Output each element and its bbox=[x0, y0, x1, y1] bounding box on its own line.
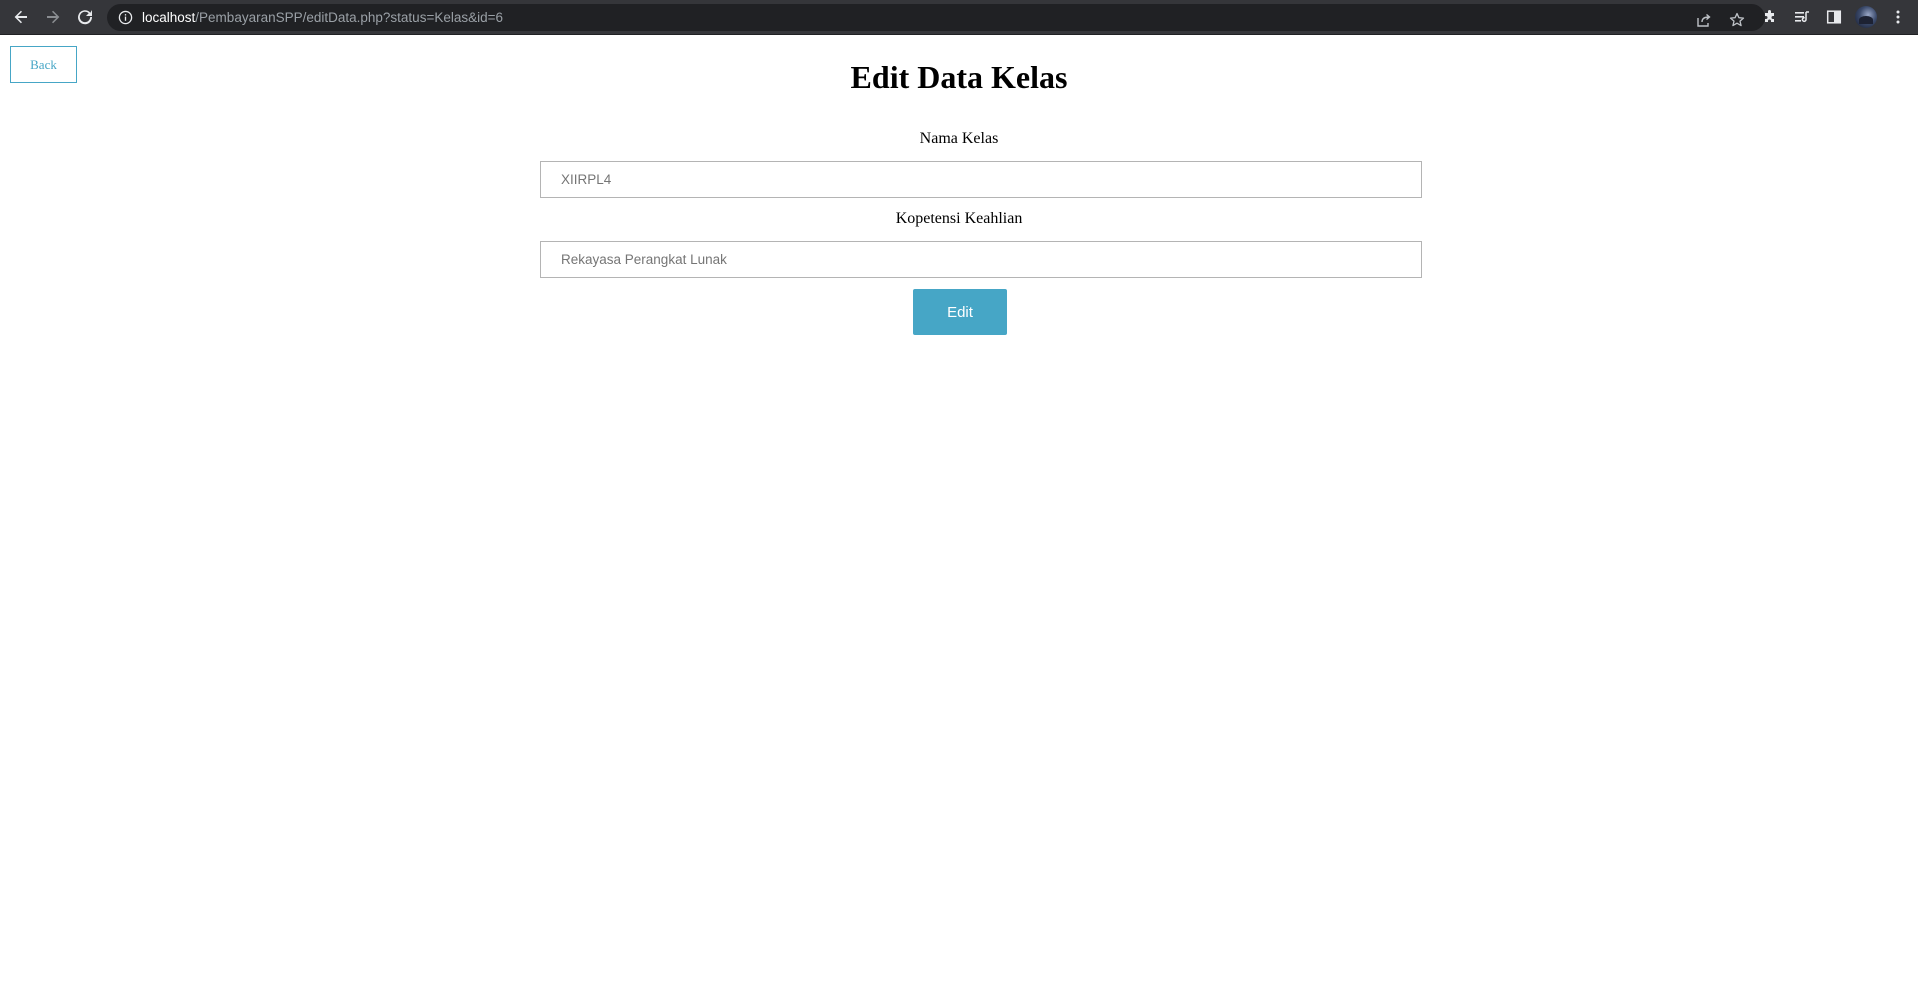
url-path: /PembayaranSPP/editData.php?status=Kelas… bbox=[195, 10, 503, 25]
page-title: Edit Data Kelas bbox=[850, 59, 1068, 95]
address-bar[interactable]: localhost/PembayaranSPP/editData.php?sta… bbox=[107, 4, 1765, 31]
arrow-right-icon[interactable] bbox=[41, 5, 65, 29]
side-panel-icon[interactable] bbox=[1822, 5, 1846, 29]
url-host: localhost bbox=[142, 10, 196, 25]
share-icon[interactable] bbox=[1693, 9, 1715, 31]
info-icon[interactable] bbox=[118, 10, 133, 25]
arrow-left-icon[interactable] bbox=[9, 5, 33, 29]
kopetensi-keahlian-label: Kopetensi Keahlian bbox=[895, 210, 1023, 227]
kebab-menu-icon[interactable] bbox=[1886, 5, 1910, 29]
url-text[interactable]: localhost/PembayaranSPP/editData.php?sta… bbox=[142, 9, 503, 26]
edit-button[interactable]: Edit bbox=[913, 289, 1007, 335]
puzzle-icon[interactable] bbox=[1758, 5, 1782, 29]
nama-kelas-label: Nama Kelas bbox=[919, 130, 999, 147]
browser-toolbar: localhost/PembayaranSPP/editData.php?sta… bbox=[0, 0, 1918, 35]
star-icon[interactable] bbox=[1726, 9, 1748, 31]
nama-kelas-input[interactable] bbox=[540, 161, 1422, 198]
reading-list-icon[interactable] bbox=[1790, 5, 1814, 29]
reload-icon[interactable] bbox=[73, 5, 97, 29]
avatar[interactable] bbox=[1855, 6, 1877, 28]
kopetensi-keahlian-input[interactable] bbox=[540, 241, 1422, 278]
